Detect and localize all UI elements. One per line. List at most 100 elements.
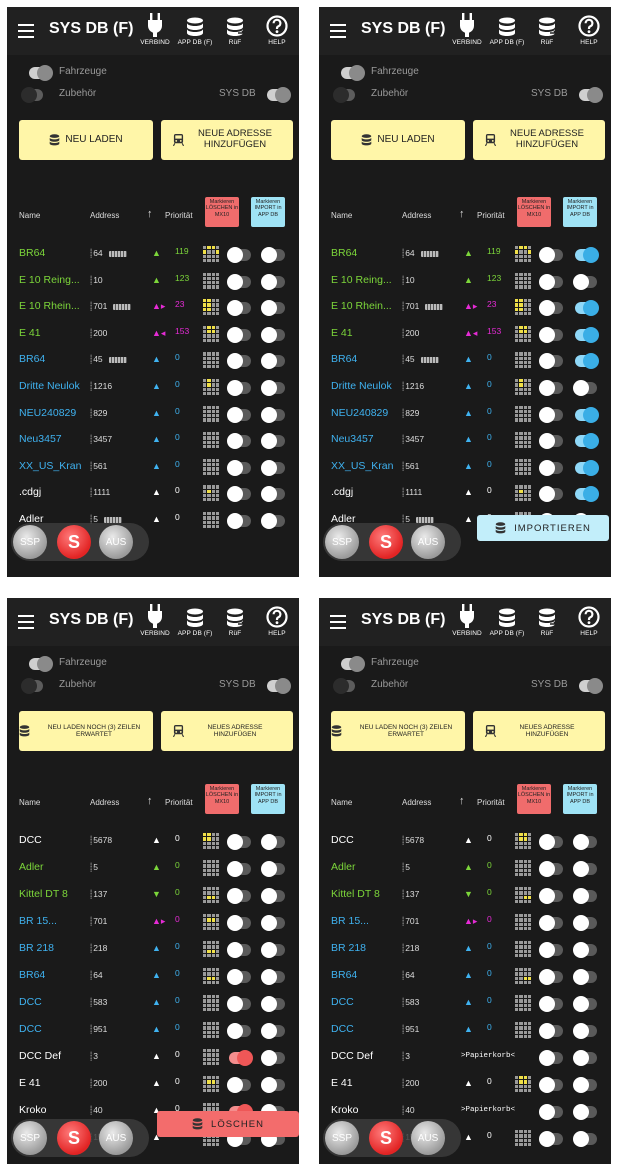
mark-import-toggle[interactable] <box>261 459 285 476</box>
table-row[interactable]: BR 218 ⸽218 ▲ 0 <box>319 936 611 962</box>
mark-import-toggle[interactable] <box>261 326 285 343</box>
table-row[interactable]: E 41 ⸽200 ▲◂ 153 <box>7 321 299 347</box>
mark-delete-toggle[interactable] <box>539 942 563 958</box>
mark-import-toggle[interactable] <box>261 915 285 931</box>
mark-delete-toggle[interactable] <box>539 1077 563 1093</box>
import-button[interactable]: IMPORTIEREN <box>477 515 609 541</box>
mark-import-toggle[interactable] <box>573 969 597 985</box>
mark-delete-toggle[interactable] <box>539 1023 563 1039</box>
mark-import-toggle[interactable] <box>575 433 599 450</box>
function-grid-icon[interactable] <box>515 914 531 930</box>
function-grid-icon[interactable] <box>203 379 219 395</box>
function-grid-icon[interactable] <box>203 246 219 262</box>
mark-import-toggle[interactable] <box>261 942 285 958</box>
function-grid-icon[interactable] <box>515 379 531 395</box>
mark-import-toggle[interactable] <box>261 247 285 263</box>
action-verbind-button[interactable]: VERBIND <box>447 602 487 637</box>
table-row[interactable]: DCC ⸽583 ▲ 0 <box>7 990 299 1016</box>
table-row[interactable]: .cdgj ⸽1111 ▲ 0 <box>319 480 611 506</box>
mark-delete-toggle[interactable] <box>227 486 251 503</box>
action-r-f-button[interactable]: RüF <box>215 11 255 46</box>
mark-import-toggle[interactable] <box>575 326 599 343</box>
mark-import-toggle[interactable] <box>575 353 599 370</box>
mark-delete-toggle[interactable] <box>539 1050 563 1066</box>
mark-import-toggle[interactable] <box>261 888 285 904</box>
function-grid-icon[interactable] <box>203 325 219 342</box>
ssp-button[interactable]: SSP <box>325 525 359 559</box>
mark-delete-toggle[interactable] <box>227 969 251 985</box>
table-row[interactable]: Dritte Neulok ⸽1216 ▲ 0 <box>319 374 611 400</box>
function-grid-icon[interactable] <box>515 432 531 449</box>
table-row[interactable]: Kittel DT 8 ⸽137 ▼ 0 <box>319 882 611 908</box>
function-grid-icon[interactable] <box>515 1076 531 1092</box>
sysdb-toggle[interactable] <box>267 678 291 694</box>
mark-delete-header[interactable]: Markieren LÖSCHEN in MX10 <box>517 197 551 227</box>
mark-import-toggle[interactable] <box>573 996 597 1012</box>
function-grid-icon[interactable] <box>203 887 219 903</box>
menu-icon[interactable] <box>18 24 34 38</box>
mark-import-toggle[interactable] <box>261 834 285 850</box>
mark-delete-toggle[interactable] <box>539 969 563 985</box>
mark-import-toggle[interactable] <box>573 834 597 850</box>
function-grid-icon[interactable] <box>203 458 219 475</box>
mark-delete-toggle[interactable] <box>539 888 563 904</box>
table-row[interactable]: DCC ⸽5678 ▲ 0 <box>7 828 299 854</box>
mark-delete-header[interactable]: Markieren LÖSCHEN in MX10 <box>205 784 239 814</box>
mark-import-toggle[interactable] <box>261 486 285 503</box>
mark-import-toggle[interactable] <box>261 273 285 290</box>
mark-delete-toggle[interactable] <box>539 247 563 263</box>
table-row[interactable]: DCC ⸽5678 ▲ 0 <box>319 828 611 854</box>
reload-button[interactable]: NEU LADEN <box>19 120 153 160</box>
mark-delete-toggle[interactable] <box>539 380 563 396</box>
mark-delete-toggle[interactable] <box>539 353 563 370</box>
mark-import-toggle[interactable] <box>261 1050 285 1066</box>
mark-import-toggle[interactable] <box>261 513 285 529</box>
reload-button[interactable]: NEU LADEN <box>331 120 465 160</box>
table-row[interactable]: BR64 ⸽45 ▲ 0 <box>319 347 611 373</box>
mark-delete-toggle[interactable] <box>539 326 563 343</box>
mark-import-toggle[interactable] <box>261 300 285 317</box>
function-grid-icon[interactable] <box>515 485 531 502</box>
fahrzeuge-toggle[interactable] <box>341 65 365 81</box>
zubehoer-toggle[interactable] <box>21 678 43 694</box>
mark-delete-toggle[interactable] <box>227 247 251 263</box>
add-address-button[interactable]: NEUE ADRESSE HINZUFÜGEN <box>161 120 293 160</box>
mark-import-toggle[interactable] <box>261 996 285 1012</box>
action-app-db-f-button[interactable]: APP DB (F) <box>487 11 527 46</box>
table-row[interactable]: BR 15... ⸽701 ▲▸ 0 <box>319 909 611 935</box>
table-row[interactable]: Dritte Neulok ⸽1216 ▲ 0 <box>7 374 299 400</box>
function-grid-icon[interactable] <box>203 299 219 316</box>
mark-delete-toggle[interactable] <box>227 380 251 396</box>
table-row[interactable]: XX_US_Kran ⸽561 ▲ 0 <box>319 454 611 480</box>
function-grid-icon[interactable] <box>515 458 531 475</box>
aus-button[interactable]: AUS <box>411 525 445 559</box>
fahrzeuge-toggle[interactable] <box>341 656 365 672</box>
function-grid-icon[interactable] <box>515 995 531 1011</box>
function-grid-icon[interactable] <box>515 833 531 849</box>
mark-import-toggle[interactable] <box>261 1077 285 1093</box>
mark-delete-toggle[interactable] <box>227 861 251 877</box>
function-grid-icon[interactable] <box>203 860 219 876</box>
function-grid-icon[interactable] <box>203 833 219 849</box>
mark-import-toggle[interactable] <box>261 380 285 396</box>
sysdb-toggle[interactable] <box>579 678 603 694</box>
mark-import-header[interactable]: Markieren IMPORT in APP DB <box>563 197 597 227</box>
mark-import-toggle[interactable] <box>573 1131 597 1147</box>
mark-delete-toggle[interactable] <box>227 834 251 850</box>
function-grid-icon[interactable] <box>515 352 531 369</box>
action-verbind-button[interactable]: VERBIND <box>447 11 487 46</box>
action-help-button[interactable]: HELP <box>257 602 297 637</box>
fahrzeuge-toggle[interactable] <box>29 65 53 81</box>
ssp-button[interactable]: SSP <box>13 1121 47 1155</box>
mark-import-toggle[interactable] <box>261 406 285 423</box>
sysdb-toggle[interactable] <box>579 87 603 103</box>
function-grid-icon[interactable] <box>515 1130 531 1146</box>
mark-import-toggle[interactable] <box>575 406 599 423</box>
table-row[interactable]: BR64 ⸽64 ▲ 119 <box>7 241 299 267</box>
mark-import-toggle[interactable] <box>261 353 285 370</box>
s-button[interactable]: S <box>369 525 403 559</box>
sort-arrow-icon[interactable]: ↑ <box>459 208 465 220</box>
mark-delete-toggle[interactable] <box>539 406 563 423</box>
mark-delete-toggle[interactable] <box>539 861 563 877</box>
mark-import-header[interactable]: Markieren IMPORT in APP DB <box>251 784 285 814</box>
